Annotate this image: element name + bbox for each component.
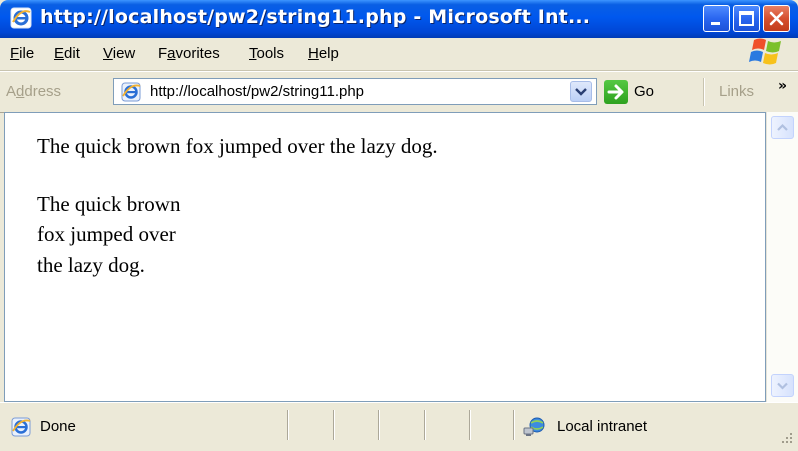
close-button[interactable] <box>763 5 790 32</box>
chevron-down-icon <box>575 88 587 96</box>
status-bar: Done Local intranet <box>0 402 798 451</box>
go-arrow-icon <box>604 80 628 104</box>
menu-edit[interactable]: Edit <box>54 45 80 62</box>
browser-window: http://localhost/pw2/string11.php - Micr… <box>0 0 798 451</box>
content-line-3: fox jumped over <box>37 222 176 246</box>
links-chevron-icon[interactable]: » <box>778 78 787 94</box>
close-icon <box>769 11 784 26</box>
toolbar-separator <box>703 78 705 106</box>
windows-flag-icon <box>749 38 781 65</box>
status-pane-divider <box>424 410 426 440</box>
vertical-scrollbar[interactable] <box>766 112 798 402</box>
minimize-icon <box>711 22 720 25</box>
resize-grip-icon[interactable] <box>780 431 794 445</box>
address-label: Address <box>6 83 62 100</box>
status-pane-divider <box>378 410 380 440</box>
maximize-button[interactable] <box>733 5 760 32</box>
address-bar: Address http://localhost/pw2/string11.ph… <box>0 71 798 113</box>
status-pane-divider <box>333 410 335 440</box>
ie-page-icon <box>11 417 31 437</box>
go-label: Go <box>634 83 655 100</box>
minimize-button[interactable] <box>703 5 730 32</box>
page-content: The quick brown fox jumped over the lazy… <box>4 112 766 402</box>
content-line-1: The quick brown fox jumped over the lazy… <box>37 134 438 158</box>
menu-favorites[interactable]: Favorites <box>158 45 220 62</box>
menu-help[interactable]: Help <box>308 45 339 62</box>
window-title: http://localhost/pw2/string11.php - Micr… <box>40 6 591 28</box>
chevron-up-icon <box>777 123 788 131</box>
status-pane-divider <box>513 410 515 440</box>
scroll-up-button[interactable] <box>771 116 794 139</box>
content-line-2: The quick brown <box>37 192 181 216</box>
title-bar[interactable]: http://localhost/pw2/string11.php - Micr… <box>0 0 798 38</box>
status-text: Done <box>40 418 76 435</box>
ie-page-icon <box>121 82 141 102</box>
content-line-4: the lazy dog. <box>37 253 145 277</box>
address-dropdown-button[interactable] <box>570 81 592 102</box>
menu-view[interactable]: View <box>103 45 135 62</box>
menu-bar: File Edit View Favorites Tools Help <box>0 38 798 71</box>
address-url-text: http://localhost/pw2/string11.php <box>150 83 365 100</box>
menu-tools[interactable]: Tools <box>249 45 284 62</box>
go-button[interactable]: Go <box>604 80 684 105</box>
menu-file[interactable]: File <box>10 45 34 62</box>
maximize-icon <box>739 11 754 26</box>
local-intranet-icon <box>523 417 545 436</box>
status-pane-divider <box>469 410 471 440</box>
ie-icon <box>10 7 32 29</box>
chevron-down-icon <box>777 382 788 390</box>
security-zone-text: Local intranet <box>557 418 648 435</box>
scroll-down-button[interactable] <box>771 374 794 397</box>
links-label[interactable]: Links <box>719 83 754 100</box>
status-pane-divider <box>287 410 289 440</box>
